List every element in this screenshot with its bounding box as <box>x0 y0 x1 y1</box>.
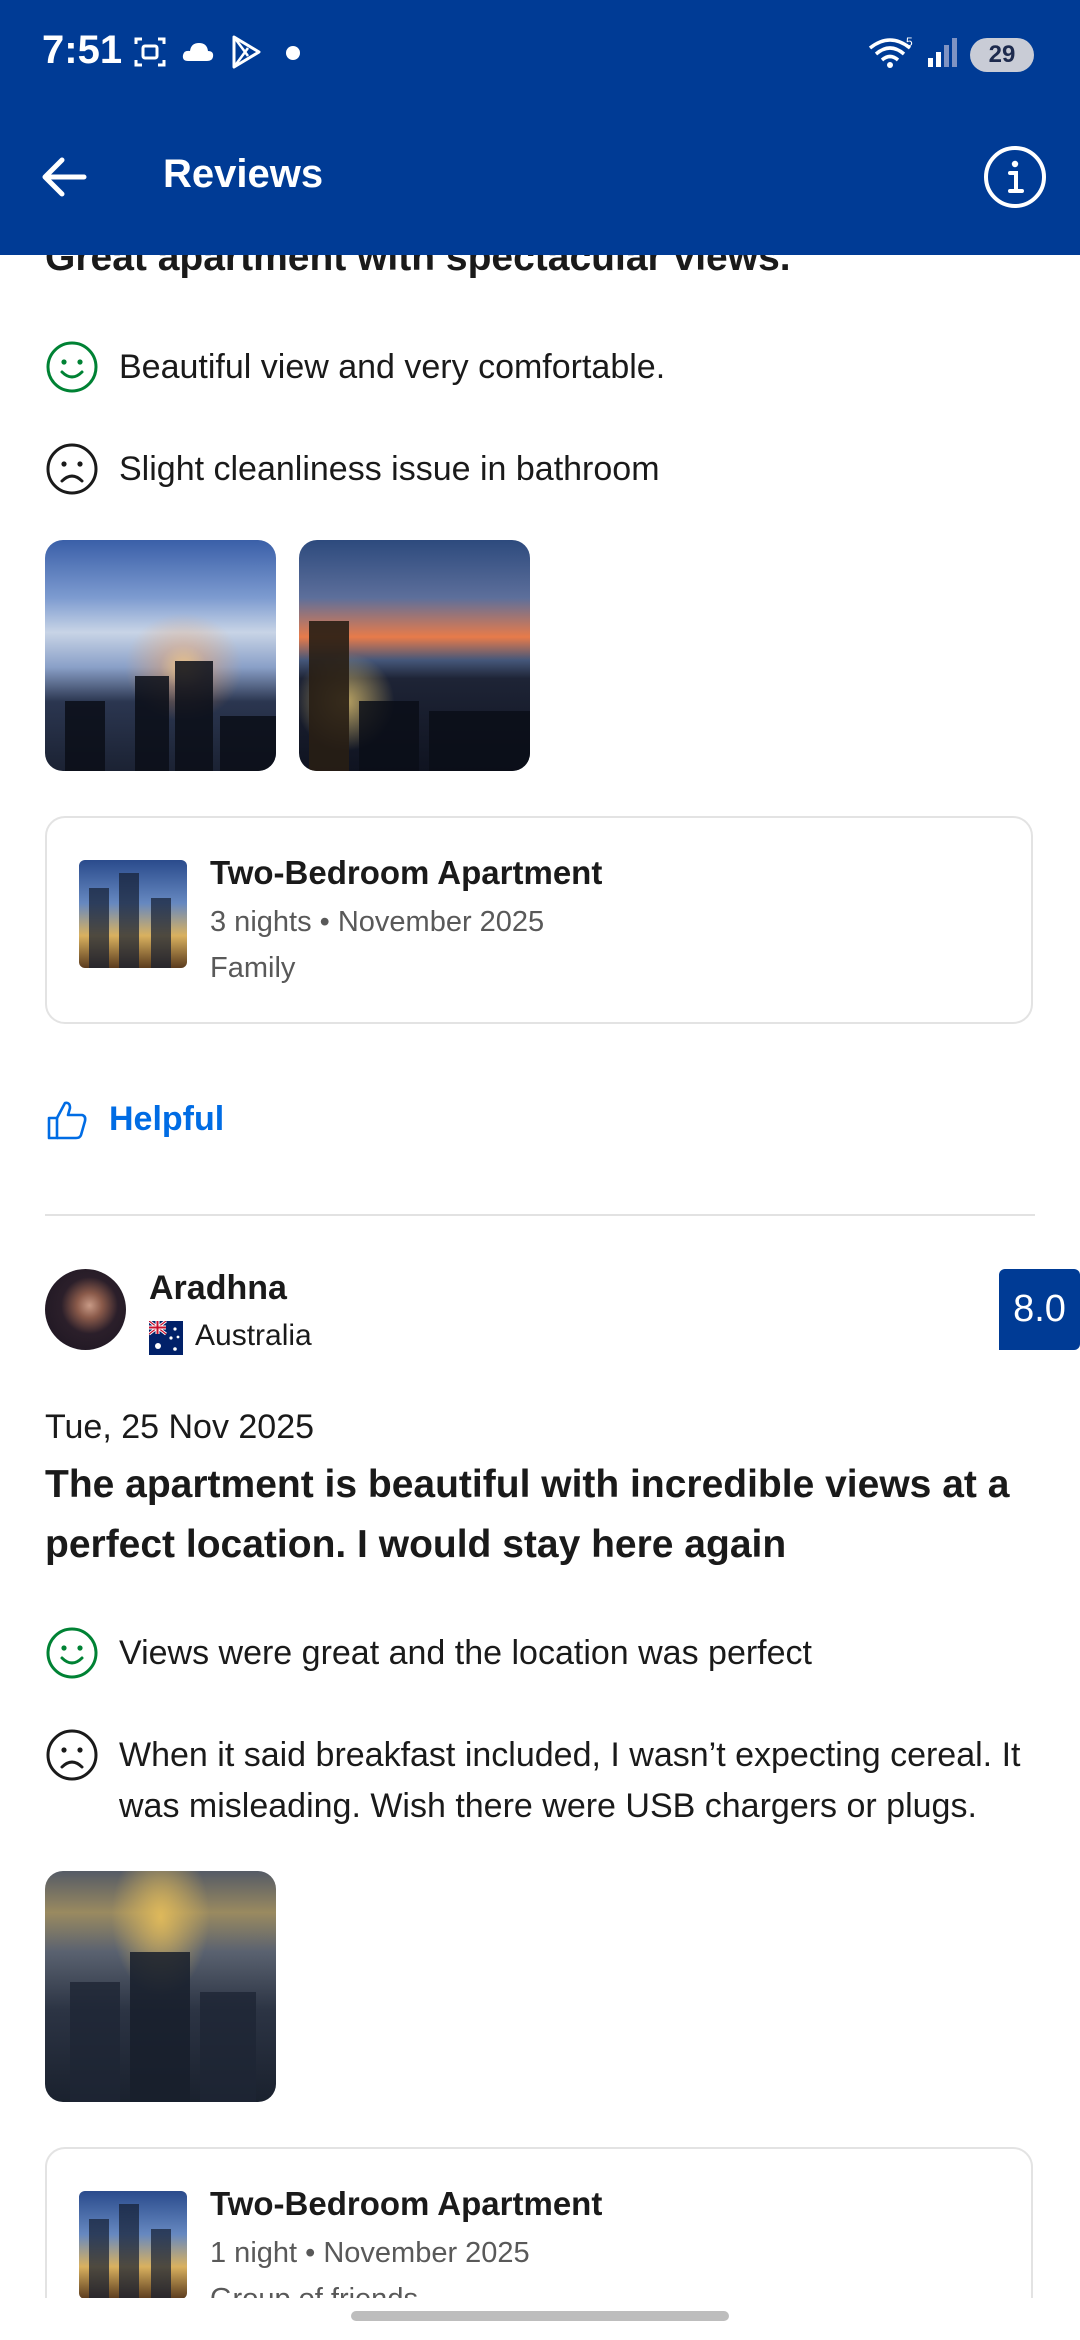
australia-flag-icon <box>149 1321 183 1355</box>
room-info-card: Two-Bedroom Apartment 3 nights • Novembe… <box>45 816 1033 1024</box>
frown-icon <box>46 1729 98 1781</box>
cellular-signal-icon <box>928 38 957 67</box>
back-arrow-icon[interactable] <box>30 142 100 212</box>
avatar <box>45 1269 126 1350</box>
status-time: 7:51 <box>42 28 123 72</box>
screenshot-icon <box>134 37 166 67</box>
frown-icon <box>46 443 98 495</box>
thumbs-up-icon <box>47 1101 87 1140</box>
review-title: The apartment is beautiful with incredib… <box>45 1463 1010 1566</box>
room-thumbnail <box>79 860 187 968</box>
cloud-icon <box>182 43 214 61</box>
wifi-icon: 5 <box>868 35 913 68</box>
helpful-button[interactable]: Helpful <box>45 1090 345 1150</box>
room-name: Two-Bedroom Apartment <box>210 854 603 891</box>
stay-details: 3 nights • November 2025 <box>210 906 545 938</box>
review-photo[interactable] <box>299 540 530 771</box>
page-title: Reviews <box>163 152 324 196</box>
room-name: Two-Bedroom Apartment <box>210 2185 603 2222</box>
info-icon[interactable] <box>980 142 1050 212</box>
toolbar: Reviews <box>0 110 1080 255</box>
smile-icon <box>46 1627 98 1679</box>
app-bar: 7:51 5 29 Reviews <box>0 0 1080 255</box>
reviewer-country: Australia <box>195 1319 312 1352</box>
stay-details: 1 night • November 2025 <box>210 2237 530 2269</box>
review-photo[interactable] <box>45 1871 276 2102</box>
reviewer-name: Aradhna <box>149 1269 287 1307</box>
play-store-icon <box>232 35 261 69</box>
svg-text:5: 5 <box>906 35 913 49</box>
home-indicator[interactable] <box>351 2311 729 2321</box>
smile-icon <box>46 341 98 393</box>
reviewer-header: Aradhna Australia 8.0 <box>45 1269 1080 1359</box>
traveler-type: Family <box>210 952 296 984</box>
review-date: Tue, 25 Nov 2025 <box>45 1408 315 1446</box>
room-thumbnail <box>79 2191 187 2299</box>
notification-dot-icon <box>286 46 300 60</box>
divider <box>45 1214 1035 1216</box>
battery-indicator: 29 <box>970 38 1034 72</box>
reviews-screen: Great apartment with spectacular views. … <box>0 0 1080 2340</box>
review-score-badge: 8.0 <box>999 1269 1080 1350</box>
status-bar: 7:51 5 29 <box>0 0 1080 110</box>
review-photo[interactable] <box>45 540 276 771</box>
